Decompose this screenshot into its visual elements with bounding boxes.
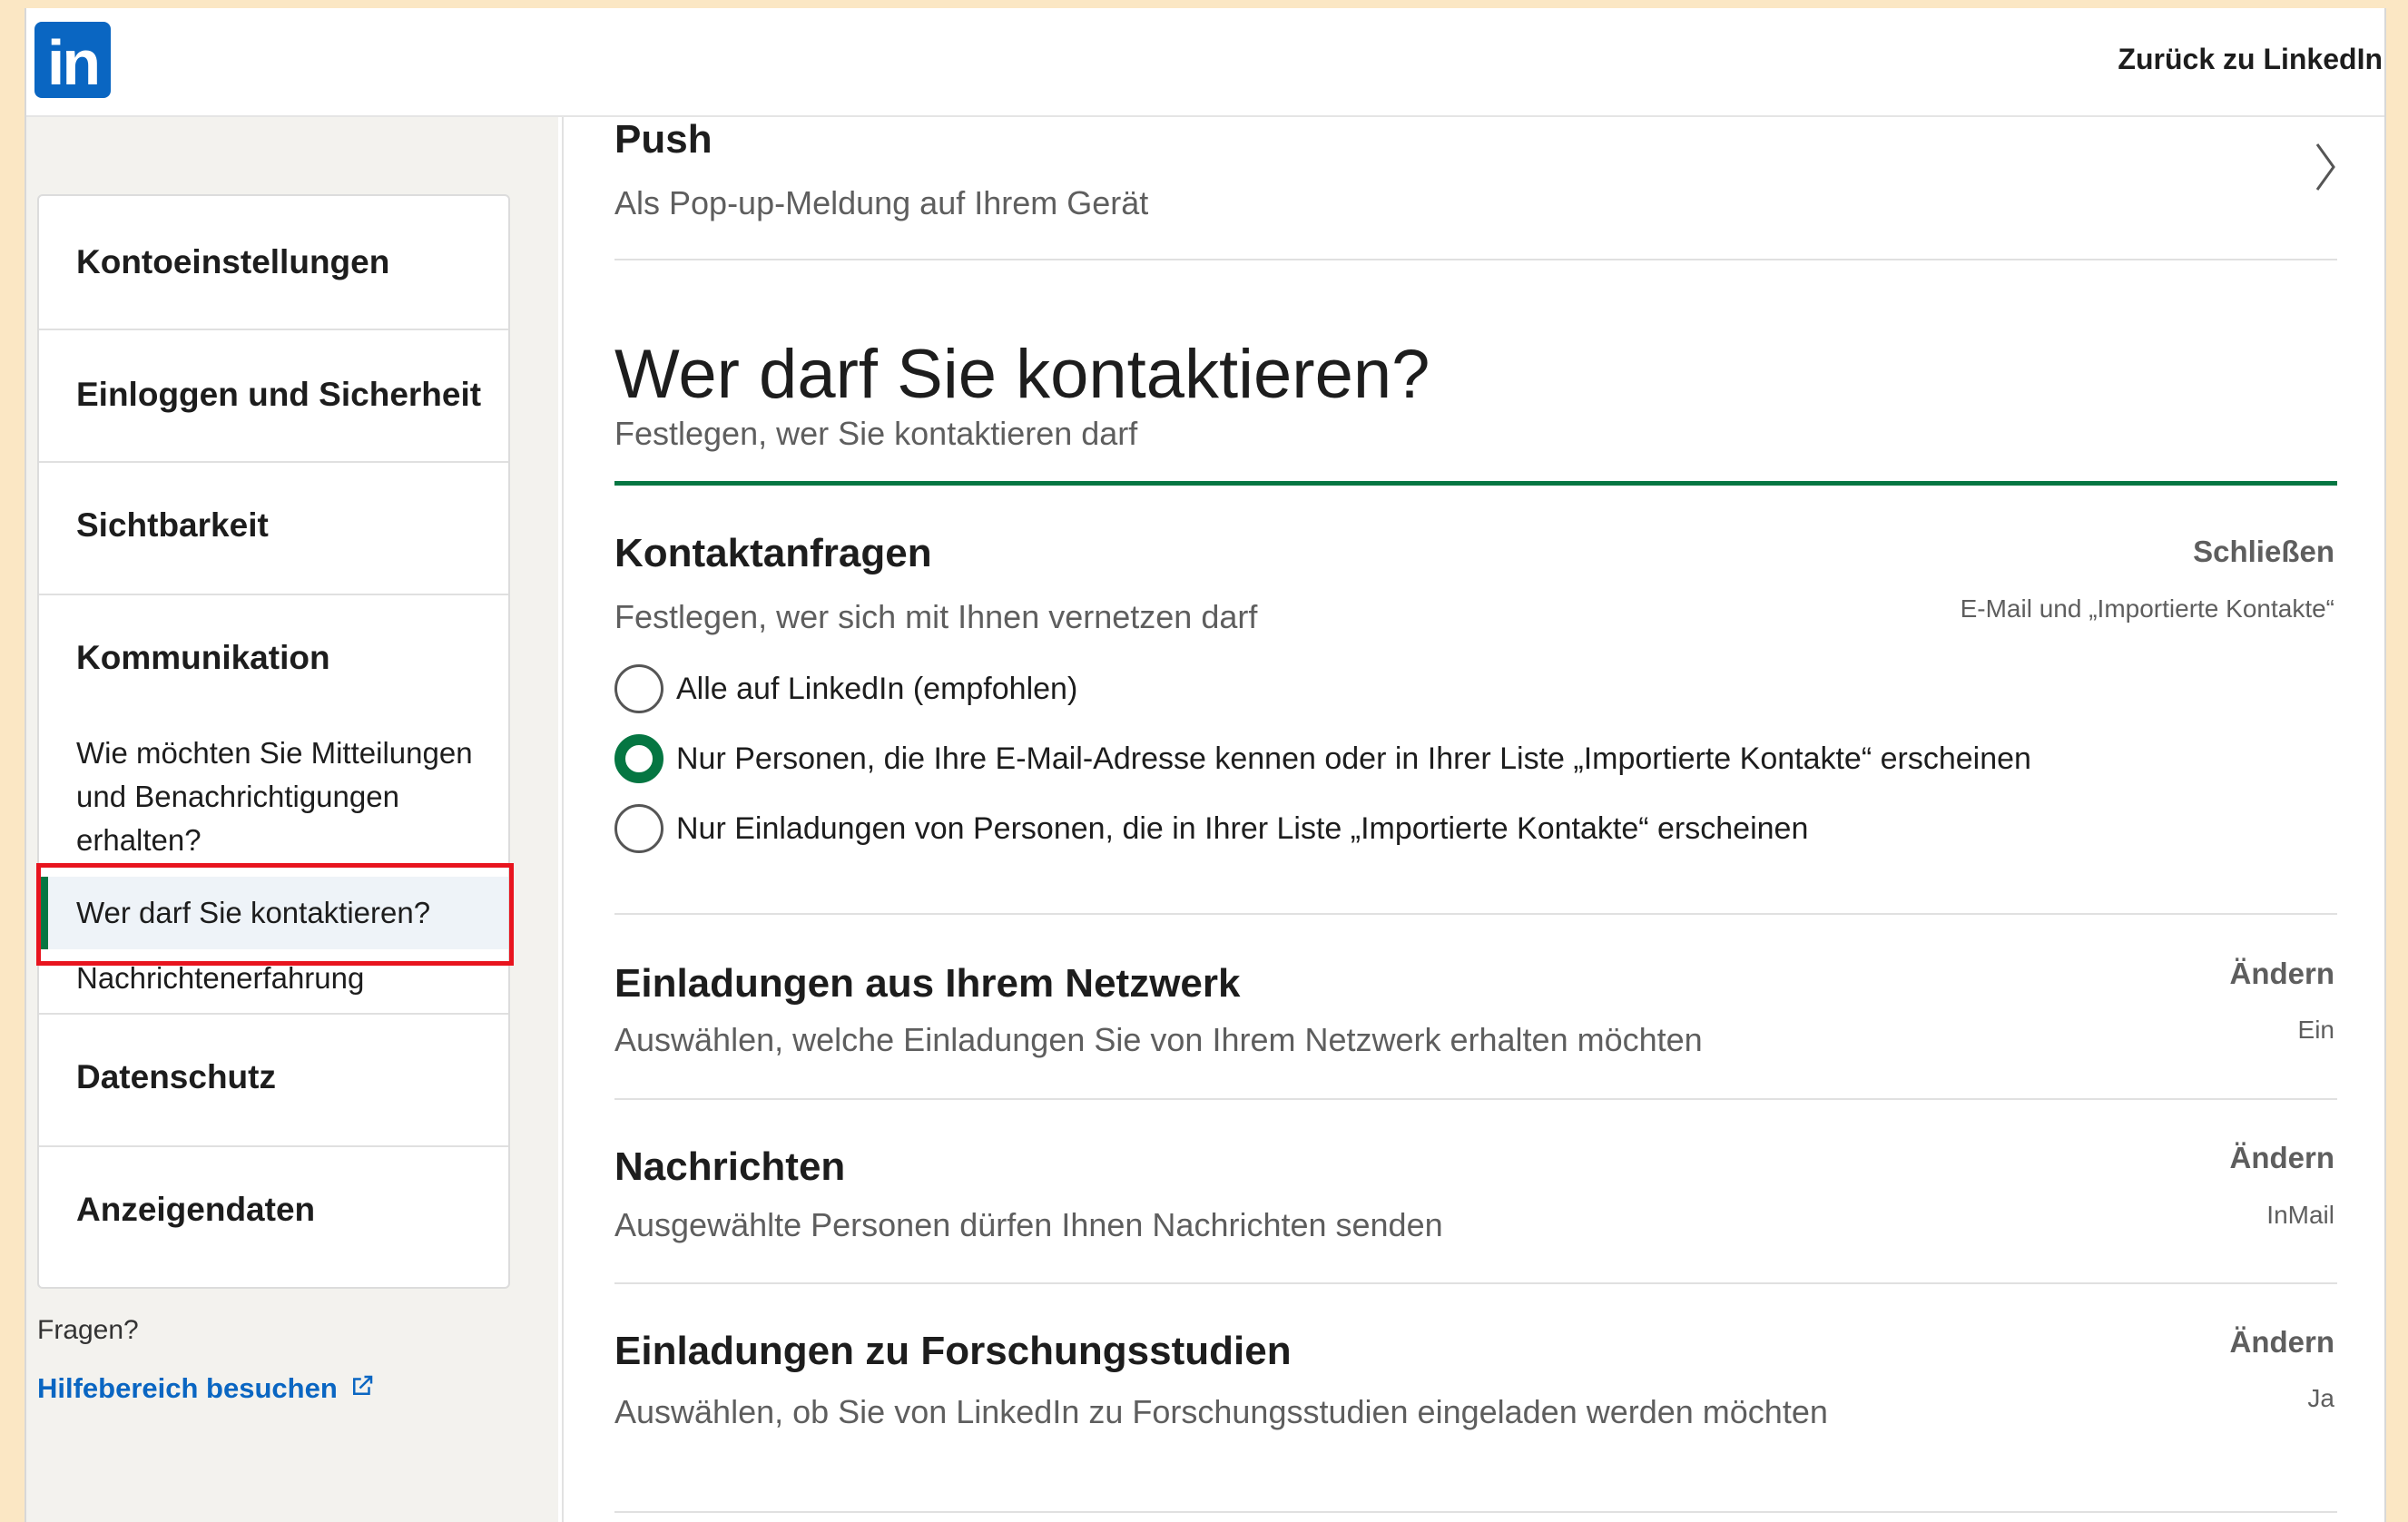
questions-label: Fragen? <box>37 1315 139 1345</box>
section-subtitle: Festlegen, wer Sie kontaktieren darf <box>614 415 1138 452</box>
push-subtitle: Als Pop-up-Meldung auf Ihrem Gerät <box>614 184 1149 221</box>
contact-requests-subtitle: Festlegen, wer sich mit Ihnen vernetzen … <box>614 598 1258 635</box>
radio-label: Alle auf LinkedIn (empfohlen) <box>676 672 1078 706</box>
app-window: in Zurück zu LinkedIn Kontoeinstellungen… <box>25 8 2386 1522</box>
section-title: Wer darf Sie kontaktieren? <box>614 336 1430 413</box>
nav-section-visibility[interactable]: Sichtbarkeit <box>39 461 508 595</box>
main-content: Push Als Pop-up-Meldung auf Ihrem Gerät … <box>562 117 2384 1522</box>
red-highlight-annotation <box>36 863 514 966</box>
top-bar: in Zurück zu LinkedIn <box>26 8 2384 117</box>
nav-label: Einloggen und Sicherheit <box>76 376 482 413</box>
linkedin-logo[interactable]: in <box>34 22 111 98</box>
nav-section-privacy[interactable]: Datenschutz <box>39 1013 508 1147</box>
nav-section-ad-data[interactable]: Anzeigendaten <box>39 1145 508 1287</box>
row-title: Einladungen zu Forschungsstudien <box>614 1329 1292 1373</box>
divider <box>614 1511 2337 1513</box>
contact-requests-value: E-Mail und „Importierte Kontakte“ <box>1960 594 2334 623</box>
change-button[interactable]: Ändern <box>2230 1141 2335 1175</box>
contact-requests-title: Kontaktanfragen <box>614 531 932 575</box>
row-title: Einladungen aus Ihrem Netzwerk <box>614 961 1241 1006</box>
row-value: Ein <box>2297 1016 2334 1044</box>
sidebar: Kontoeinstellungen Einloggen und Sicherh… <box>26 117 558 1522</box>
radio-label: Nur Personen, die Ihre E-Mail-Adresse ke… <box>676 741 2031 776</box>
radio-button-selected[interactable] <box>614 734 663 783</box>
row-title: Nachrichten <box>614 1144 846 1189</box>
row-value: InMail <box>2266 1201 2334 1229</box>
settings-nav: Kontoeinstellungen Einloggen und Sicherh… <box>36 194 514 1289</box>
change-button[interactable]: Ändern <box>2230 1325 2335 1360</box>
row-subtitle: Auswählen, welche Einladungen Sie von Ih… <box>614 1021 1703 1058</box>
chevron-right-icon[interactable] <box>2314 142 2337 191</box>
radio-label: Nur Einladungen von Personen, die in Ihr… <box>676 811 1809 846</box>
back-to-linkedin-link[interactable]: Zurück zu LinkedIn <box>2118 43 2383 76</box>
nav-label: Datenschutz <box>76 1058 276 1095</box>
nav-label: Kontoeinstellungen <box>76 243 390 280</box>
row-subtitle: Ausgewählte Personen dürfen Ihnen Nachri… <box>614 1206 1443 1243</box>
help-center-link[interactable]: Hilfebereich besuchen <box>37 1372 376 1405</box>
divider <box>614 1098 2337 1100</box>
radio-button[interactable] <box>614 804 663 853</box>
row-value: Ja <box>2307 1384 2334 1412</box>
nav-label: Kommunikation <box>76 639 330 676</box>
row-subtitle: Auswählen, ob Sie von LinkedIn zu Forsch… <box>614 1393 1828 1430</box>
section-accent-rule <box>614 481 2337 486</box>
nav-section-account[interactable]: Kontoeinstellungen <box>39 196 508 330</box>
nav-item-notifications[interactable]: Wie möchten Sie Mitteilungen und Benachr… <box>76 732 503 862</box>
change-button[interactable]: Ändern <box>2230 957 2335 991</box>
radio-button[interactable] <box>614 664 663 713</box>
external-link-icon <box>353 1375 373 1395</box>
divider <box>614 259 2337 260</box>
close-button[interactable]: Schließen <box>2193 535 2334 569</box>
nav-label: Anzeigendaten <box>76 1191 316 1228</box>
help-link-label: Hilfebereich besuchen <box>37 1372 338 1404</box>
divider <box>614 1282 2337 1284</box>
nav-section-login-security[interactable]: Einloggen und Sicherheit <box>39 329 508 463</box>
nav-label: Sichtbarkeit <box>76 506 269 544</box>
push-title: Push <box>614 117 713 162</box>
divider <box>614 913 2337 915</box>
